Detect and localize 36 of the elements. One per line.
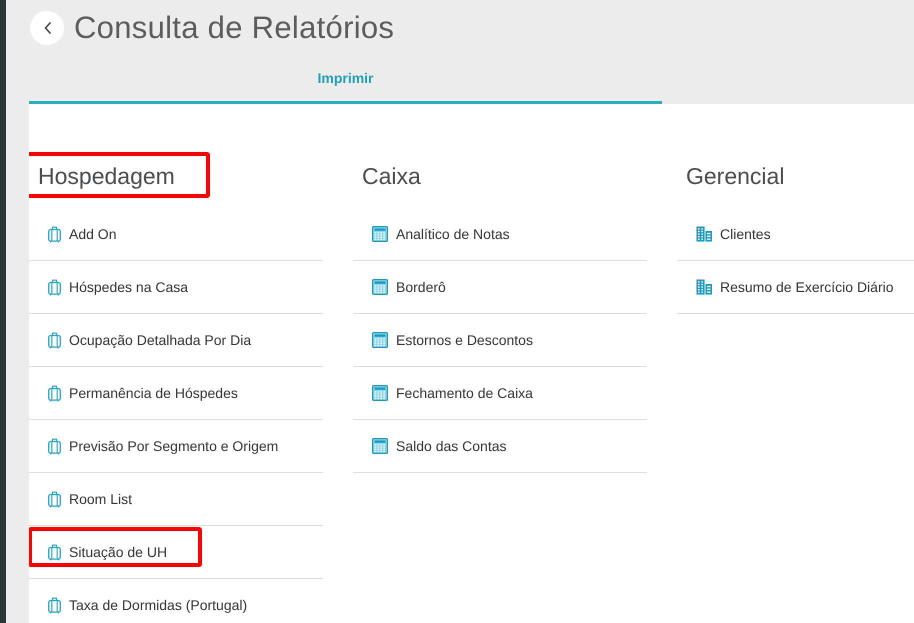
report-link[interactable]: Situação de UH (29, 526, 323, 579)
suitcase-icon (48, 278, 61, 296)
report-link[interactable]: Saldo das Contas (353, 420, 647, 473)
report-link[interactable]: Clientes (677, 208, 914, 261)
calculator-icon (372, 332, 388, 348)
section-heading: Hospedagem (38, 162, 175, 191)
page-title: Consulta de Relatórios (74, 10, 394, 46)
suitcase-icon (48, 332, 61, 348)
suitcase-icon (48, 226, 61, 242)
calculator-icon (372, 279, 388, 295)
suitcase-icon (48, 438, 61, 454)
buildings-icon (696, 279, 712, 295)
chevron-icon (44, 22, 50, 34)
calculator-icon (372, 385, 388, 401)
report-link[interactable]: Resumo de Exercício Diário (677, 261, 914, 314)
report-link[interactable]: Borderô (353, 261, 647, 314)
suitcase-icon (48, 490, 61, 508)
report-link[interactable]: Previsão Por Segmento e Origem (29, 420, 323, 473)
suitcase-icon (48, 544, 61, 560)
report-link[interactable]: Fechamento de Caixa (353, 367, 647, 420)
calculator-icon (372, 226, 388, 242)
report-link[interactable]: Room List (29, 473, 323, 526)
report-link[interactable]: Add On (29, 208, 323, 261)
suitcase-icon (48, 596, 61, 614)
buildings-icon (696, 226, 712, 242)
section-heading: Caixa (362, 162, 421, 191)
report-link[interactable]: Estornos e Descontos (353, 314, 647, 367)
report-link[interactable]: Hóspedes na Casa (29, 261, 323, 314)
report-link[interactable]: Ocupação Detalhada Por Dia (29, 314, 323, 367)
report-link[interactable]: Permanência de Hóspedes (29, 367, 323, 420)
section-heading: Gerencial (686, 162, 784, 191)
back-button[interactable] (30, 11, 64, 45)
suitcase-icon (48, 384, 61, 402)
report-link[interactable]: Analítico de Notas (353, 208, 647, 261)
report-link[interactable]: Taxa de Dormidas (Portugal) (29, 579, 323, 623)
calculator-icon (372, 438, 388, 454)
